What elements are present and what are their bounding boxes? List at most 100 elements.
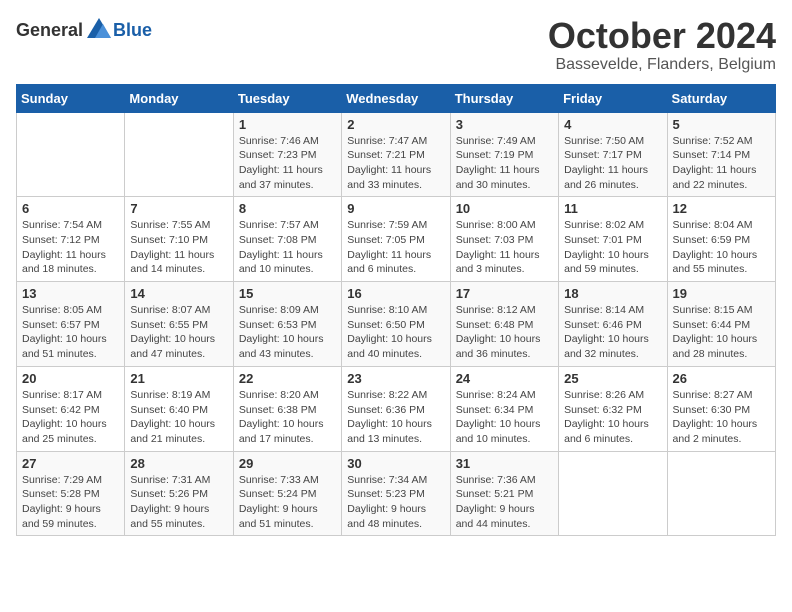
- day-info: Sunrise: 7:36 AM Sunset: 5:21 PM Dayligh…: [456, 473, 553, 532]
- calendar-cell: 22 Sunrise: 8:20 AM Sunset: 6:38 PM Dayli…: [233, 366, 341, 451]
- day-info: Sunrise: 7:57 AM Sunset: 7:08 PM Dayligh…: [239, 218, 336, 277]
- day-number: 7: [130, 201, 227, 216]
- day-number: 8: [239, 201, 336, 216]
- calendar-cell: [17, 112, 125, 197]
- header-saturday: Saturday: [667, 84, 775, 112]
- day-number: 10: [456, 201, 553, 216]
- day-info: Sunrise: 8:27 AM Sunset: 6:30 PM Dayligh…: [673, 388, 770, 447]
- calendar-cell: 25Sunrise: 8:26 AM Sunset: 6:32 PM Dayli…: [559, 366, 667, 451]
- day-info: Sunrise: 7:50 AM Sunset: 7:17 PM Dayligh…: [564, 134, 661, 193]
- day-number: 30: [347, 456, 444, 471]
- calendar-cell: 11 Sunrise: 8:02 AM Sunset: 7:01 PM Dayli…: [559, 197, 667, 282]
- day-number: 14: [130, 286, 227, 301]
- day-number: 18: [564, 286, 661, 301]
- day-number: 6: [22, 201, 119, 216]
- day-info: Sunrise: 7:33 AM Sunset: 5:24 PM Dayligh…: [239, 473, 336, 532]
- day-info: Sunrise: 8:22 AM Sunset: 6:36 PM Dayligh…: [347, 388, 444, 447]
- day-info: Sunrise: 7:46 AM Sunset: 7:23 PM Dayligh…: [239, 134, 336, 193]
- calendar-cell: 3 Sunrise: 7:49 AM Sunset: 7:19 PM Daylig…: [450, 112, 558, 197]
- calendar-cell: 26 Sunrise: 8:27 AM Sunset: 6:30 PM Dayli…: [667, 366, 775, 451]
- day-info: Sunrise: 8:02 AM Sunset: 7:01 PM Dayligh…: [564, 218, 661, 277]
- day-number: 20: [22, 371, 119, 386]
- calendar-week-row: 1Sunrise: 7:46 AM Sunset: 7:23 PM Daylig…: [17, 112, 776, 197]
- month-title: October 2024: [548, 16, 776, 56]
- location-title: Bassevelde, Flanders, Belgium: [548, 56, 776, 74]
- calendar-week-row: 13 Sunrise: 8:05 AM Sunset: 6:57 PM Dayli…: [17, 282, 776, 367]
- calendar-cell: 23 Sunrise: 8:22 AM Sunset: 6:36 PM Dayli…: [342, 366, 450, 451]
- calendar-table: SundayMondayTuesdayWednesdayThursdayFrid…: [16, 84, 776, 537]
- day-info: Sunrise: 7:59 AM Sunset: 7:05 PM Dayligh…: [347, 218, 444, 277]
- calendar-cell: 5 Sunrise: 7:52 AM Sunset: 7:14 PM Daylig…: [667, 112, 775, 197]
- day-number: 13: [22, 286, 119, 301]
- calendar-cell: 2 Sunrise: 7:47 AM Sunset: 7:21 PM Daylig…: [342, 112, 450, 197]
- day-number: 2: [347, 117, 444, 132]
- calendar-cell: 29 Sunrise: 7:33 AM Sunset: 5:24 PM Dayli…: [233, 451, 341, 536]
- calendar-week-row: 6Sunrise: 7:54 AM Sunset: 7:12 PM Daylig…: [17, 197, 776, 282]
- calendar-cell: 30 Sunrise: 7:34 AM Sunset: 5:23 PM Dayli…: [342, 451, 450, 536]
- logo-icon: [85, 16, 113, 44]
- day-number: 25: [564, 371, 661, 386]
- day-number: 24: [456, 371, 553, 386]
- day-info: Sunrise: 8:05 AM Sunset: 6:57 PM Dayligh…: [22, 303, 119, 362]
- day-number: 9: [347, 201, 444, 216]
- logo-general: General: [16, 20, 83, 41]
- day-number: 11: [564, 201, 661, 216]
- day-number: 22: [239, 371, 336, 386]
- calendar-cell: 24 Sunrise: 8:24 AM Sunset: 6:34 PM Dayli…: [450, 366, 558, 451]
- header: General Blue October 2024 Bassevelde, Fl…: [16, 16, 776, 74]
- day-info: Sunrise: 7:55 AM Sunset: 7:10 PM Dayligh…: [130, 218, 227, 277]
- header-monday: Monday: [125, 84, 233, 112]
- calendar-header-row: SundayMondayTuesdayWednesdayThursdayFrid…: [17, 84, 776, 112]
- day-info: Sunrise: 8:07 AM Sunset: 6:55 PM Dayligh…: [130, 303, 227, 362]
- header-friday: Friday: [559, 84, 667, 112]
- day-info: Sunrise: 8:20 AM Sunset: 6:38 PM Dayligh…: [239, 388, 336, 447]
- calendar-cell: [559, 451, 667, 536]
- header-thursday: Thursday: [450, 84, 558, 112]
- calendar-week-row: 27 Sunrise: 7:29 AM Sunset: 5:28 PM Dayli…: [17, 451, 776, 536]
- day-number: 19: [673, 286, 770, 301]
- day-number: 15: [239, 286, 336, 301]
- day-info: Sunrise: 7:47 AM Sunset: 7:21 PM Dayligh…: [347, 134, 444, 193]
- calendar-cell: 27 Sunrise: 7:29 AM Sunset: 5:28 PM Dayli…: [17, 451, 125, 536]
- calendar-cell: 4 Sunrise: 7:50 AM Sunset: 7:17 PM Daylig…: [559, 112, 667, 197]
- day-info: Sunrise: 8:10 AM Sunset: 6:50 PM Dayligh…: [347, 303, 444, 362]
- calendar-cell: 28Sunrise: 7:31 AM Sunset: 5:26 PM Dayli…: [125, 451, 233, 536]
- day-info: Sunrise: 7:52 AM Sunset: 7:14 PM Dayligh…: [673, 134, 770, 193]
- calendar-cell: 13 Sunrise: 8:05 AM Sunset: 6:57 PM Dayli…: [17, 282, 125, 367]
- header-wednesday: Wednesday: [342, 84, 450, 112]
- day-info: Sunrise: 8:19 AM Sunset: 6:40 PM Dayligh…: [130, 388, 227, 447]
- calendar-cell: 9 Sunrise: 7:59 AM Sunset: 7:05 PM Daylig…: [342, 197, 450, 282]
- calendar-cell: [125, 112, 233, 197]
- calendar-cell: 19Sunrise: 8:15 AM Sunset: 6:44 PM Dayli…: [667, 282, 775, 367]
- logo: General Blue: [16, 16, 152, 44]
- logo-blue: Blue: [113, 20, 152, 41]
- day-info: Sunrise: 7:49 AM Sunset: 7:19 PM Dayligh…: [456, 134, 553, 193]
- day-number: 12: [673, 201, 770, 216]
- calendar-cell: 6Sunrise: 7:54 AM Sunset: 7:12 PM Daylig…: [17, 197, 125, 282]
- day-info: Sunrise: 7:34 AM Sunset: 5:23 PM Dayligh…: [347, 473, 444, 532]
- day-info: Sunrise: 8:09 AM Sunset: 6:53 PM Dayligh…: [239, 303, 336, 362]
- day-info: Sunrise: 8:24 AM Sunset: 6:34 PM Dayligh…: [456, 388, 553, 447]
- day-number: 23: [347, 371, 444, 386]
- calendar-cell: 16Sunrise: 8:10 AM Sunset: 6:50 PM Dayli…: [342, 282, 450, 367]
- calendar-cell: 31 Sunrise: 7:36 AM Sunset: 5:21 PM Dayli…: [450, 451, 558, 536]
- day-number: 21: [130, 371, 227, 386]
- calendar-cell: 20 Sunrise: 8:17 AM Sunset: 6:42 PM Dayli…: [17, 366, 125, 451]
- day-number: 28: [130, 456, 227, 471]
- day-number: 3: [456, 117, 553, 132]
- day-number: 4: [564, 117, 661, 132]
- day-number: 26: [673, 371, 770, 386]
- day-info: Sunrise: 8:12 AM Sunset: 6:48 PM Dayligh…: [456, 303, 553, 362]
- day-info: Sunrise: 8:17 AM Sunset: 6:42 PM Dayligh…: [22, 388, 119, 447]
- title-area: October 2024 Bassevelde, Flanders, Belgi…: [548, 16, 776, 74]
- calendar-cell: 17Sunrise: 8:12 AM Sunset: 6:48 PM Dayli…: [450, 282, 558, 367]
- calendar-week-row: 20 Sunrise: 8:17 AM Sunset: 6:42 PM Dayli…: [17, 366, 776, 451]
- day-number: 31: [456, 456, 553, 471]
- day-info: Sunrise: 8:04 AM Sunset: 6:59 PM Dayligh…: [673, 218, 770, 277]
- day-info: Sunrise: 8:14 AM Sunset: 6:46 PM Dayligh…: [564, 303, 661, 362]
- day-info: Sunrise: 7:29 AM Sunset: 5:28 PM Dayligh…: [22, 473, 119, 532]
- day-number: 27: [22, 456, 119, 471]
- day-info: Sunrise: 8:00 AM Sunset: 7:03 PM Dayligh…: [456, 218, 553, 277]
- day-number: 29: [239, 456, 336, 471]
- day-number: 5: [673, 117, 770, 132]
